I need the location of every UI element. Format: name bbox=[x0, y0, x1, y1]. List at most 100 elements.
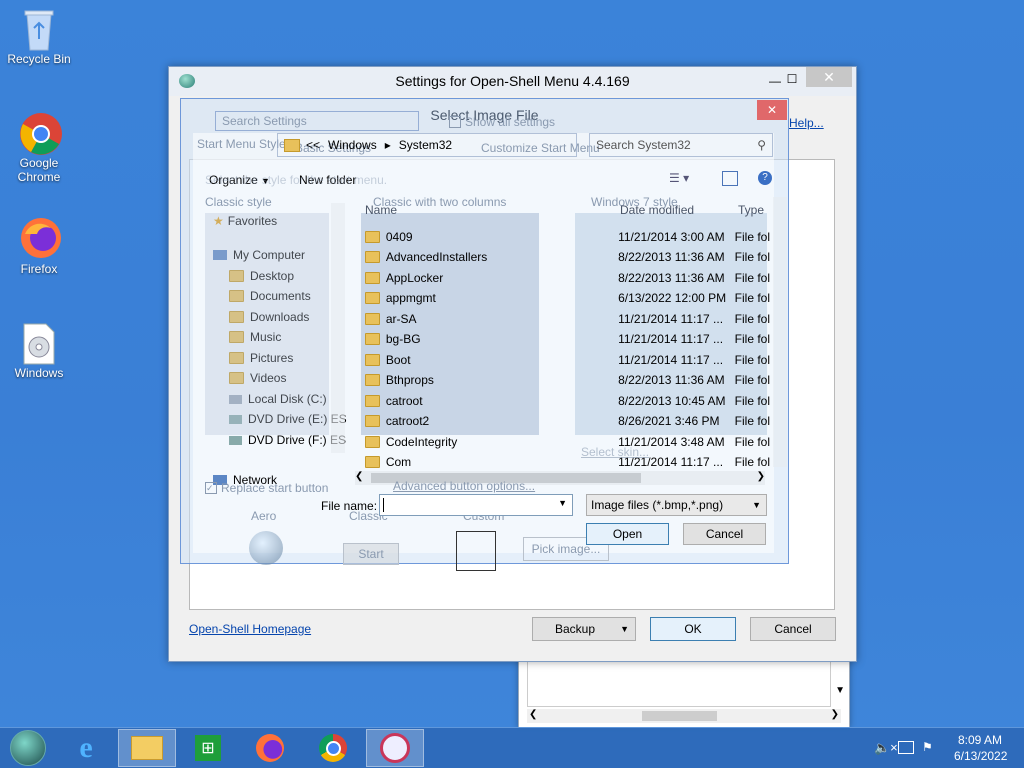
taskbar: e ⊞ 🔈× ⚑ 8:09 AM 6/13/2022 bbox=[0, 727, 1024, 768]
dialog-cancel-button[interactable]: Cancel bbox=[683, 523, 766, 545]
file-type-select[interactable]: Image files (*.bmp,*.png) ▼ bbox=[586, 494, 767, 516]
classic-style-preview bbox=[205, 213, 329, 435]
open-button[interactable]: Open bbox=[586, 523, 669, 545]
desktop-icon-chrome[interactable]: Google Chrome bbox=[4, 112, 74, 184]
folder-icon bbox=[365, 436, 380, 448]
advanced-button-options-link[interactable]: Advanced button options... bbox=[393, 479, 535, 493]
classic-style-label: Classic style bbox=[205, 195, 272, 209]
file-type: File fol bbox=[734, 332, 770, 346]
dvd-drive-icon bbox=[229, 435, 242, 445]
backup-button[interactable]: Backup ▼ bbox=[532, 617, 636, 641]
view-menu-icon[interactable]: ☰ ▾ bbox=[669, 171, 689, 185]
file-row[interactable]: ar-SA 11/21/2014 11:17 ... File fol bbox=[365, 309, 770, 329]
column-header-name[interactable]: Name bbox=[365, 203, 397, 217]
maximize-button[interactable]: ☐ bbox=[777, 69, 807, 89]
checkbox-box bbox=[449, 116, 461, 128]
homepage-link[interactable]: Open-Shell Homepage bbox=[189, 622, 311, 636]
file-name: catroot bbox=[385, 394, 423, 408]
dialog-search-input[interactable]: Search System32 ⚲ bbox=[589, 133, 773, 157]
file-list-vertical-scrollbar[interactable] bbox=[773, 197, 787, 467]
taskbar-store[interactable]: ⊞ bbox=[182, 729, 234, 767]
file-row[interactable]: Boot 11/21/2014 11:17 ... File fol bbox=[365, 350, 770, 370]
breadcrumb-windows[interactable]: Windows bbox=[328, 138, 377, 152]
file-row[interactable]: Com 11/21/2014 11:17 ... File fol bbox=[365, 452, 770, 472]
breadcrumb-system32[interactable]: System32 bbox=[399, 138, 452, 152]
file-name-input[interactable]: ▼ bbox=[379, 494, 573, 516]
file-name: appmgmt bbox=[385, 291, 436, 305]
dropdown-arrow-icon: ▼ bbox=[620, 624, 629, 634]
start-button[interactable] bbox=[2, 729, 54, 767]
file-name: 0409 bbox=[385, 230, 413, 244]
scroll-right-icon[interactable]: ❯ bbox=[757, 471, 765, 482]
clock-date[interactable]: 6/13/2022 bbox=[954, 749, 1007, 763]
help-link[interactable]: Help... bbox=[789, 116, 824, 130]
desktop-icon-firefox[interactable]: Firefox bbox=[4, 216, 74, 276]
taskbar-file-explorer[interactable] bbox=[118, 729, 176, 767]
replace-start-button-checkbox[interactable]: ✓ Replace start button bbox=[205, 481, 328, 495]
horizontal-scrollbar[interactable]: ❮ ❯ bbox=[527, 709, 841, 723]
file-name: Boot bbox=[385, 353, 411, 367]
settings-search-input[interactable]: Search Settings bbox=[215, 111, 419, 131]
file-row[interactable]: 0409 11/21/2014 3:00 AM File fol bbox=[365, 227, 770, 247]
preview-pane-icon[interactable] bbox=[722, 171, 738, 186]
desktop-icon-recycle-bin[interactable]: Recycle Bin bbox=[4, 6, 74, 66]
file-date: 11/21/2014 11:17 ... bbox=[618, 353, 724, 367]
column-header-date[interactable]: Date modified bbox=[620, 203, 694, 217]
folder-icon bbox=[365, 354, 380, 366]
scroll-right-icon[interactable]: ❯ bbox=[831, 709, 839, 720]
scroll-left-icon[interactable]: ❮ bbox=[529, 709, 537, 720]
column-header-type[interactable]: Type bbox=[738, 203, 764, 217]
classic-style-radio[interactable]: Classic style bbox=[205, 195, 272, 209]
file-row[interactable]: AdvancedInstallers 8/22/2013 11:36 AM File… bbox=[365, 247, 770, 267]
network-tray-icon[interactable] bbox=[898, 741, 914, 754]
file-date: 8/22/2013 10:45 AM bbox=[618, 394, 726, 408]
dialog-close-button[interactable]: ✕ bbox=[757, 100, 787, 120]
taskbar-chrome[interactable] bbox=[307, 729, 359, 767]
folder-icon bbox=[365, 272, 380, 284]
file-type: File fol bbox=[734, 271, 770, 285]
show-all-settings-checkbox[interactable]: Show all settings bbox=[449, 115, 555, 129]
file-type: File fol bbox=[734, 312, 770, 326]
folder-icon bbox=[365, 415, 380, 427]
file-name: ar-SA bbox=[385, 312, 417, 326]
file-type-value: Image files (*.bmp,*.png) bbox=[591, 498, 724, 512]
chevron-down-icon[interactable]: ▼ bbox=[835, 685, 845, 696]
taskbar-open-shell-settings[interactable] bbox=[366, 729, 424, 767]
file-type: File fol bbox=[734, 250, 770, 264]
chevron-down-icon[interactable]: ▼ bbox=[558, 498, 567, 508]
volume-muted-icon[interactable]: 🔈× bbox=[874, 740, 898, 756]
file-row[interactable]: CodeIntegrity 11/21/2014 3:48 AM File fol bbox=[365, 432, 770, 452]
scroll-left-icon[interactable]: ❮ bbox=[355, 471, 363, 482]
close-button[interactable]: ✕ bbox=[806, 67, 852, 87]
disc-image-icon bbox=[19, 322, 59, 365]
nav-pane-vertical-scrollbar[interactable] bbox=[331, 203, 345, 453]
classic-start-preview: Start bbox=[343, 543, 399, 565]
breadcrumb-bar[interactable]: << Windows ▸ System32 bbox=[277, 133, 577, 157]
file-row[interactable]: Bthprops 8/22/2013 11:36 AM File fol bbox=[365, 370, 770, 390]
folder-icon bbox=[131, 736, 163, 760]
file-name: AppLocker bbox=[385, 271, 444, 285]
file-row[interactable]: AppLocker 8/22/2013 11:36 AM File fol bbox=[365, 268, 770, 288]
action-center-icon[interactable]: ⚑ bbox=[922, 740, 933, 754]
desktop-icon-windows-iso[interactable]: Windows bbox=[4, 322, 74, 380]
ok-button[interactable]: OK bbox=[650, 617, 736, 641]
file-row[interactable]: catroot2 8/26/2021 3:46 PM File fol bbox=[365, 411, 770, 431]
taskbar-ie[interactable]: e bbox=[60, 729, 112, 767]
cancel-button[interactable]: Cancel bbox=[750, 617, 836, 641]
scroll-thumb[interactable] bbox=[642, 711, 717, 721]
help-icon[interactable]: ? bbox=[758, 171, 772, 185]
dialog-search-placeholder: Search System32 bbox=[596, 138, 691, 152]
file-row[interactable]: appmgmt 6/13/2022 12:00 PM File fol bbox=[365, 288, 770, 308]
select-skin-link[interactable]: Select skin... bbox=[581, 445, 649, 459]
show-all-settings-label: Show all settings bbox=[465, 115, 556, 129]
clock-time[interactable]: 8:09 AM bbox=[958, 733, 1002, 747]
start-orb-icon bbox=[10, 730, 46, 766]
title-bar: Settings for Open-Shell Menu 4.4.169 — ☐… bbox=[169, 67, 856, 96]
file-row[interactable]: catroot 8/22/2013 10:45 AM File fol bbox=[365, 391, 770, 411]
tab-start-menu-style[interactable]: Start Menu Style bbox=[197, 137, 286, 151]
file-row[interactable]: bg-BG 11/21/2014 11:17 ... File fol bbox=[365, 329, 770, 349]
file-date: 8/22/2013 11:36 AM bbox=[618, 373, 725, 387]
folder-icon bbox=[365, 313, 380, 325]
taskbar-firefox[interactable] bbox=[244, 729, 296, 767]
aero-radio[interactable]: Aero bbox=[251, 509, 276, 523]
